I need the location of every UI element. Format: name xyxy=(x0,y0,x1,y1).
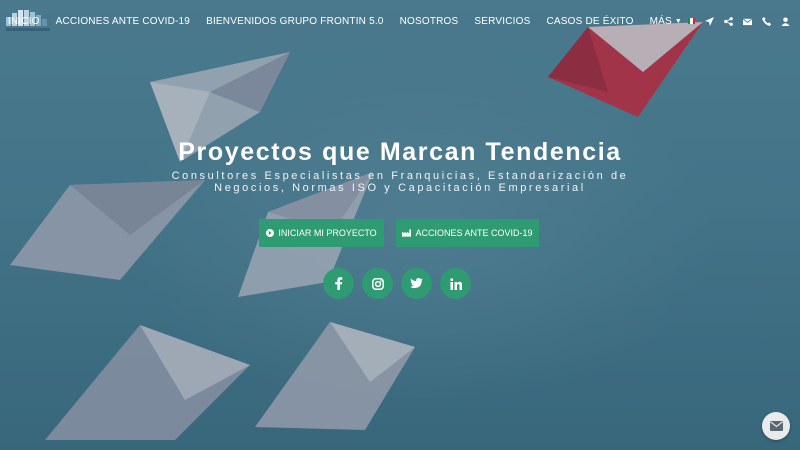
facebook-icon xyxy=(335,277,343,290)
contact-chat-button[interactable] xyxy=(762,412,790,440)
main-menu: INICIO ACCIONES ANTE COVID-19 BIENVENIDO… xyxy=(8,0,682,42)
start-project-button[interactable]: INICIAR MI PROYECTO xyxy=(259,219,384,247)
instagram-button[interactable] xyxy=(362,268,393,299)
arrow-circle-right-icon xyxy=(266,229,275,237)
social-links xyxy=(323,268,471,299)
envelope-icon[interactable] xyxy=(743,17,752,26)
menu-item-nosotros[interactable]: NOSOTROS xyxy=(400,16,459,27)
location-arrow-icon[interactable] xyxy=(705,16,714,26)
twitter-icon xyxy=(410,278,423,289)
top-navigation: INICIO ACCIONES ANTE COVID-19 BIENVENIDO… xyxy=(0,0,800,42)
paper-boat-image xyxy=(255,322,415,430)
industry-icon xyxy=(402,229,412,237)
mexico-flag-icon[interactable] xyxy=(688,18,695,24)
phone-icon[interactable] xyxy=(762,16,771,26)
twitter-button[interactable] xyxy=(401,268,432,299)
chevron-down-icon: ▼ xyxy=(674,17,682,25)
covid-actions-label: ACCIONES ANTE COVID-19 xyxy=(415,228,533,238)
envelope-icon xyxy=(769,421,783,431)
nav-icon-bar xyxy=(688,0,790,42)
menu-item-bienvenidos[interactable]: BIENVENIDOS GRUPO FRONTIN 5.0 xyxy=(206,16,384,27)
paper-boat-image xyxy=(45,325,250,440)
menu-item-inicio[interactable]: INICIO xyxy=(8,16,40,27)
hero-title: Proyectos que Marcan Tendencia xyxy=(178,138,622,166)
hero-subtitle: Consultores Especialistas en Franquicias… xyxy=(171,170,629,194)
linkedin-icon xyxy=(449,277,462,290)
share-icon[interactable] xyxy=(724,16,733,26)
start-project-label: INICIAR MI PROYECTO xyxy=(278,228,377,238)
linkedin-button[interactable] xyxy=(440,268,471,299)
menu-more-label: MÁS xyxy=(649,15,672,27)
user-icon[interactable] xyxy=(781,16,790,26)
facebook-button[interactable] xyxy=(323,268,354,299)
instagram-icon xyxy=(371,277,384,290)
menu-item-casos-exito[interactable]: CASOS DE ÉXITO xyxy=(546,16,633,27)
menu-item-mas[interactable]: MÁS ▼ xyxy=(650,16,682,27)
menu-item-acciones-covid[interactable]: ACCIONES ANTE COVID-19 xyxy=(56,16,190,27)
menu-item-servicios[interactable]: SERVICIOS xyxy=(474,16,530,27)
covid-actions-button[interactable]: ACCIONES ANTE COVID-19 xyxy=(396,219,539,247)
